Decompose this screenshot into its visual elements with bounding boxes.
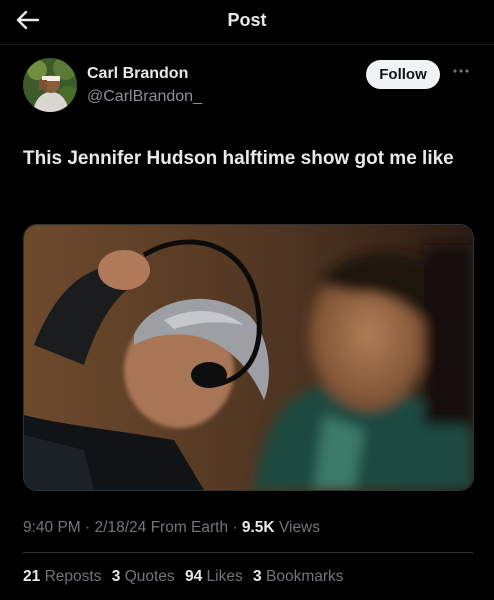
post-date: 2/18/24 xyxy=(94,519,147,536)
post-text: This Jennifer Hudson halftime show got m… xyxy=(23,148,454,169)
top-bar: Post xyxy=(0,0,494,45)
likes-stat[interactable]: 94 Likes xyxy=(185,568,243,585)
post-source: From Earth xyxy=(150,519,229,536)
meta-separator: · xyxy=(85,519,91,536)
quotes-count: 3 xyxy=(111,568,121,585)
likes-count: 94 xyxy=(184,568,203,585)
reposts-label: Reposts xyxy=(44,568,102,585)
meta-separator: · xyxy=(232,519,238,536)
reposts-stat[interactable]: 21 Reposts xyxy=(23,568,101,585)
reposts-count: 21 xyxy=(23,568,41,585)
avatar-image xyxy=(23,58,77,112)
post-media[interactable] xyxy=(23,224,474,491)
post-stats: 21 Reposts 3 Quotes 94 Likes 3 Bookmarks xyxy=(23,568,350,586)
post-time: 9:40 PM xyxy=(23,519,81,536)
views-label: Views xyxy=(278,519,321,536)
post-meta: 9:40 PM · 2/18/24 From Earth · 9.5K View… xyxy=(23,519,320,537)
page-title: Post xyxy=(227,10,267,30)
quotes-label: Quotes xyxy=(124,568,175,585)
bookmarks-count: 3 xyxy=(253,568,262,585)
author-handle[interactable]: @CarlBrandon_ xyxy=(87,88,202,106)
bookmarks-label: Bookmarks xyxy=(265,568,344,585)
divider xyxy=(23,552,473,553)
photo-icon xyxy=(24,225,473,490)
follow-button[interactable]: Follow xyxy=(366,60,440,89)
avatar[interactable] xyxy=(23,58,77,112)
author-name[interactable]: Carl Brandon xyxy=(87,65,188,83)
bookmarks-stat[interactable]: 3 Bookmarks xyxy=(253,568,343,585)
quotes-stat[interactable]: 3 Quotes xyxy=(112,568,175,585)
more-dots-icon[interactable] xyxy=(452,67,470,75)
likes-label: Likes xyxy=(206,568,243,585)
views-count[interactable]: 9.5K xyxy=(242,519,275,536)
